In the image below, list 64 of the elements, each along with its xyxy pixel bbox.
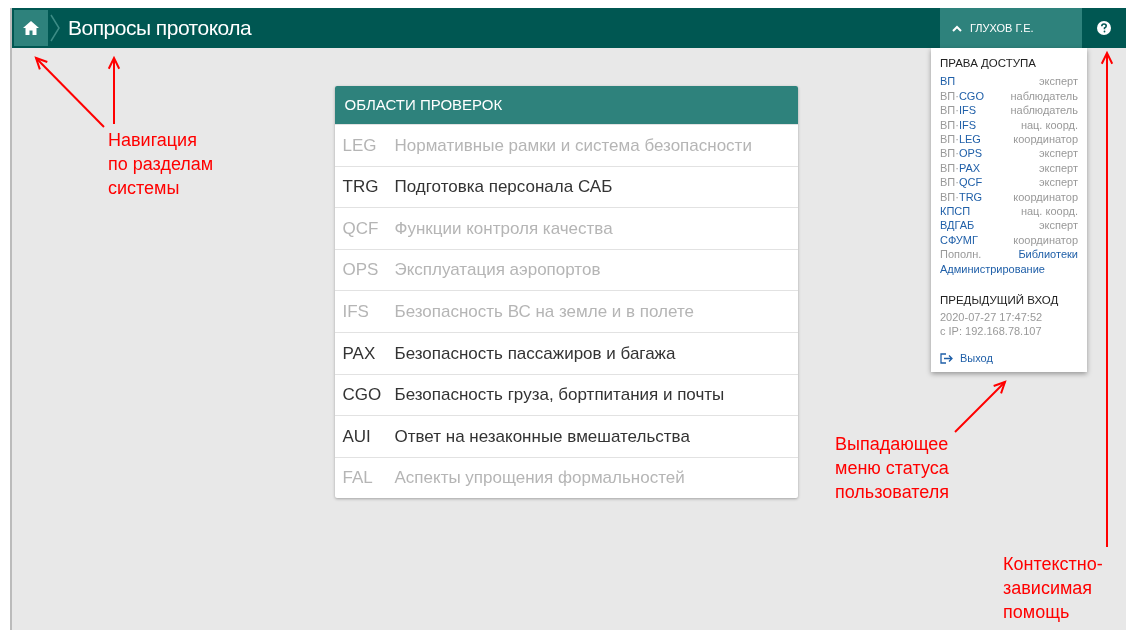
right-link[interactable]: ВДГАБ <box>940 219 975 232</box>
annotation-text: Контекстно- зависимая помощь <box>1003 553 1103 624</box>
right-link[interactable]: TRG <box>958 190 983 203</box>
area-row[interactable]: TRG Подготовка персонала САБ <box>334 165 798 208</box>
right-value[interactable]: Библиотеки <box>1018 247 1078 262</box>
right-value: эксперт <box>1038 146 1078 161</box>
right-value: нац. коорд. <box>1020 117 1078 133</box>
right-link[interactable]: КПСП <box>940 205 971 218</box>
rights-heading: ПРАВА ДОСТУПА <box>940 56 1037 71</box>
right-label: ВП· <box>940 176 959 189</box>
caret-icon <box>952 24 962 32</box>
annotation-text: Выпадающее меню статуса пользователя <box>835 433 949 504</box>
area-row[interactable]: CGO Безопасность груза, бортпитания и почты <box>334 373 798 416</box>
annotation-arrow <box>34 56 105 128</box>
right-value: координатор <box>1013 189 1078 205</box>
annotation-arrow <box>107 55 121 125</box>
right-link[interactable]: СФУМГ <box>940 233 978 246</box>
right-value: наблюдатель <box>1010 88 1078 104</box>
home-button[interactable] <box>14 10 48 46</box>
right-value: координатор <box>1013 232 1078 248</box>
right-link[interactable]: ВП <box>940 75 956 88</box>
card-title: ОБЛАСТИ ПРОВЕРОК <box>344 94 503 115</box>
right-link[interactable]: Администрирование <box>940 262 1045 275</box>
page-title: Вопросы протокола <box>68 15 252 42</box>
right-link[interactable]: LEG <box>958 133 981 146</box>
area-row: OPS Эксплуатация аэропортов <box>334 248 798 291</box>
logout-link[interactable]: Выход <box>940 351 993 366</box>
right-value: координатор <box>1013 132 1078 147</box>
area-row: QCF Функции контроля качества <box>334 207 798 249</box>
right-value: нац. коорд. <box>1020 204 1078 219</box>
last-login-text: 2020-07-27 17:47:52 <box>940 309 1044 324</box>
right-label: ВП· <box>940 147 959 160</box>
right-value: эксперт <box>1038 74 1078 89</box>
chevron-icon <box>50 14 60 42</box>
area-row: FAL Аспекты упрощения формальностей <box>334 456 798 499</box>
right-label: ВП· <box>940 133 959 146</box>
right-label: ВП· <box>940 89 959 102</box>
last-login-text: с IP: 192.168.78.107 <box>940 323 1043 339</box>
help-icon <box>1097 21 1111 35</box>
area-row: IFS Безопасность ВС на земле и в полете <box>334 290 798 332</box>
right-label: ВП· <box>940 190 959 203</box>
right-label: ВП· <box>940 161 959 174</box>
logout-icon <box>940 353 954 364</box>
area-row[interactable]: AUI Ответ на незаконные вмешательства <box>334 415 798 457</box>
area-row[interactable]: PAX Безопасность пассажиров и багажа <box>334 331 798 374</box>
annotation-text: Навигация по разделам системы <box>108 129 214 200</box>
area-row: LEG Нормативные рамки и система безопасности <box>334 124 798 166</box>
right-value: эксперт <box>1038 218 1078 233</box>
right-link[interactable]: IFS <box>958 118 977 131</box>
home-icon <box>23 21 39 35</box>
right-link[interactable]: PAX <box>958 161 981 174</box>
right-label: Пополн. <box>940 248 982 261</box>
right-value: эксперт <box>1038 160 1078 176</box>
last-login-heading: ПРЕДЫДУЩИЙ ВХОД <box>940 293 1060 308</box>
annotation-arrow <box>954 380 1007 433</box>
right-link[interactable]: IFS <box>958 104 977 117</box>
right-value: наблюдатель <box>1010 103 1078 118</box>
right-link[interactable]: OPS <box>958 147 983 160</box>
right-link[interactable]: QCF <box>958 176 983 189</box>
right-link[interactable]: CGO <box>958 89 984 102</box>
right-label: ВП· <box>940 104 959 117</box>
user-menu-button[interactable]: ГЛУХОВ Г.Е. <box>940 8 1082 48</box>
right-value: эксперт <box>1038 175 1078 190</box>
right-label: ВП· <box>940 118 959 131</box>
